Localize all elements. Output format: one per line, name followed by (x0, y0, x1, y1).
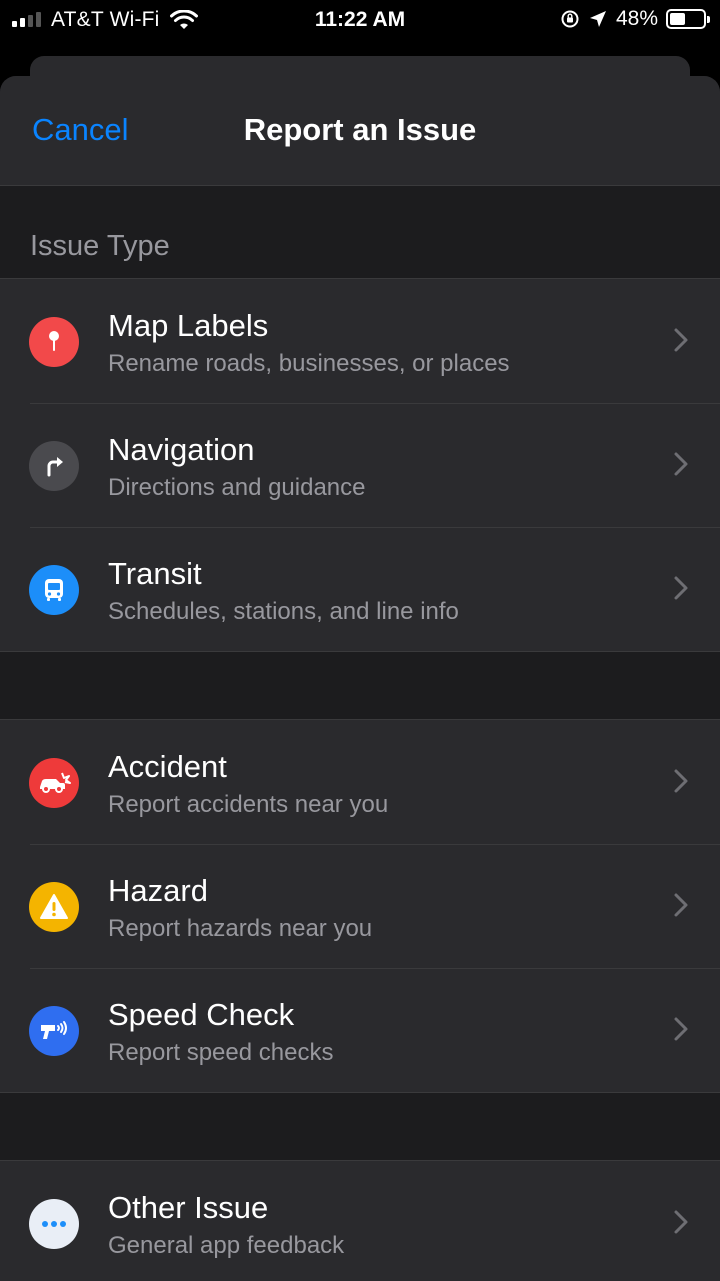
chevron-right-icon (674, 452, 688, 476)
warning-icon (29, 882, 79, 932)
issue-row-hazard[interactable]: Hazard Report hazards near you (0, 844, 720, 968)
speed-gun-icon (29, 1006, 79, 1056)
row-title: Navigation (108, 432, 255, 467)
issue-row-accident[interactable]: Accident Report accidents near you (0, 720, 720, 844)
chevron-right-icon (674, 328, 688, 352)
status-bar: AT&T Wi-Fi 11:22 AM 48% (0, 0, 720, 40)
report-issue-sheet: Cancel Report an Issue Issue Type Map La… (0, 76, 720, 1281)
battery-percent: 48% (615, 7, 658, 30)
row-subtitle: Report speed checks (108, 1039, 334, 1066)
row-subtitle: Rename roads, businesses, or places (108, 350, 510, 377)
navigation-bar: Cancel Report an Issue (0, 76, 720, 186)
turn-right-arrow-icon (29, 441, 79, 491)
battery-icon (666, 9, 710, 29)
row-subtitle: General app feedback (108, 1232, 345, 1259)
map-pin-icon (29, 317, 79, 367)
location-arrow-icon (589, 11, 606, 27)
section-title: Issue Type (30, 230, 170, 262)
chevron-right-icon (674, 1017, 688, 1041)
chevron-right-icon (674, 893, 688, 917)
section-header: Issue Type (0, 186, 720, 278)
row-title: Transit (108, 556, 202, 591)
more-ellipsis-icon (29, 1199, 79, 1249)
issue-row-speed-check[interactable]: Speed Check Report speed checks (0, 968, 720, 1092)
row-subtitle: Report hazards near you (108, 915, 373, 942)
issue-row-transit[interactable]: Transit Schedules, stations, and line in… (0, 527, 720, 651)
issue-row-navigation[interactable]: Navigation Directions and guidance (0, 403, 720, 527)
bus-icon (29, 565, 79, 615)
row-subtitle: Report accidents near you (108, 791, 389, 818)
row-title: Speed Check (108, 997, 295, 1032)
issue-group-incidents: Accident Report accidents near you Hazar… (0, 719, 720, 1093)
row-title: Map Labels (108, 308, 269, 343)
car-crash-icon (29, 758, 79, 808)
issue-row-other[interactable]: Other Issue General app feedback (0, 1161, 720, 1281)
issue-group-other: Other Issue General app feedback (0, 1160, 720, 1281)
row-subtitle: Schedules, stations, and line info (108, 598, 459, 625)
status-right: 48% (560, 7, 710, 31)
row-title: Accident (108, 749, 227, 784)
orientation-lock-icon (561, 10, 579, 28)
chevron-right-icon (674, 1210, 688, 1234)
chevron-right-icon (674, 576, 688, 600)
row-subtitle: Directions and guidance (108, 474, 366, 501)
issue-row-map-labels[interactable]: Map Labels Rename roads, businesses, or … (0, 279, 720, 403)
issue-group-map: Map Labels Rename roads, businesses, or … (0, 278, 720, 652)
chevron-right-icon (674, 769, 688, 793)
row-title: Hazard (108, 873, 208, 908)
row-title: Other Issue (108, 1190, 269, 1225)
page-title: Report an Issue (243, 112, 477, 147)
